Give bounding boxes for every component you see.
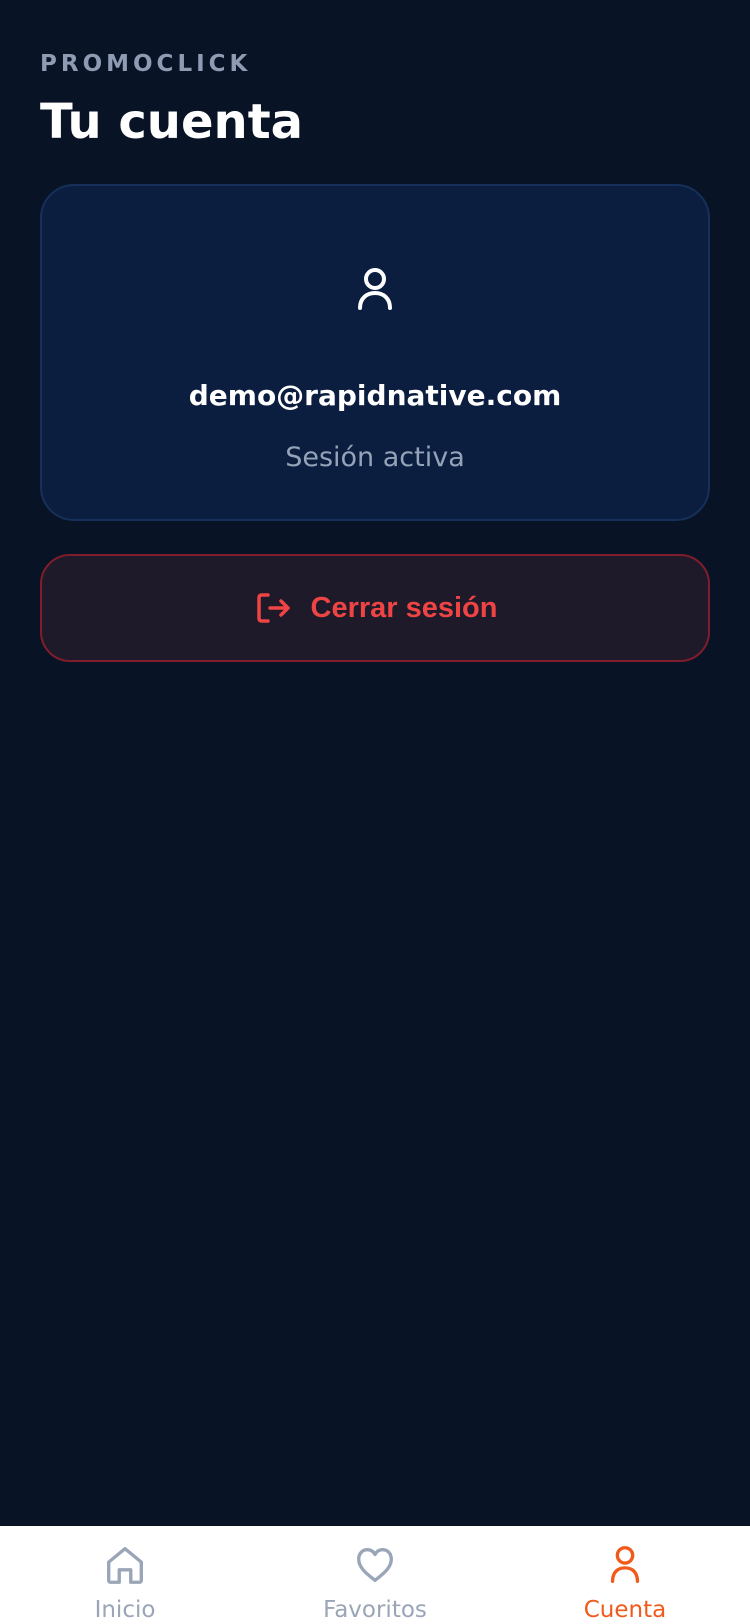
nav-label-inicio: Inicio <box>94 1597 156 1623</box>
nav-label-favoritos: Favoritos <box>323 1597 427 1623</box>
account-screen: PROMOCLICK Tu cuenta demo@rapidnative.co… <box>0 0 750 1624</box>
nav-item-cuenta[interactable]: Cuenta <box>540 1526 710 1624</box>
heart-icon <box>357 1547 393 1583</box>
profile-email: demo@rapidnative.com <box>188 379 562 412</box>
nav-item-inicio[interactable]: Inicio <box>40 1526 210 1624</box>
nav-label-cuenta: Cuenta <box>583 1597 667 1623</box>
profile-card: demo@rapidnative.com Sesión activa <box>40 184 710 521</box>
page-title: Tu cuenta <box>40 94 304 150</box>
brand-label: PROMOCLICK <box>40 51 252 77</box>
bottom-navigation: Inicio Favoritos Cuenta <box>0 1526 750 1624</box>
user-icon <box>610 1546 640 1583</box>
user-icon <box>358 268 392 310</box>
home-icon <box>107 1547 143 1584</box>
logout-icon <box>256 593 290 623</box>
nav-item-favoritos[interactable]: Favoritos <box>290 1526 460 1624</box>
logout-label: Cerrar sesión <box>310 592 498 624</box>
session-status: Sesión activa <box>285 442 465 473</box>
logout-button[interactable]: Cerrar sesión <box>40 554 710 662</box>
